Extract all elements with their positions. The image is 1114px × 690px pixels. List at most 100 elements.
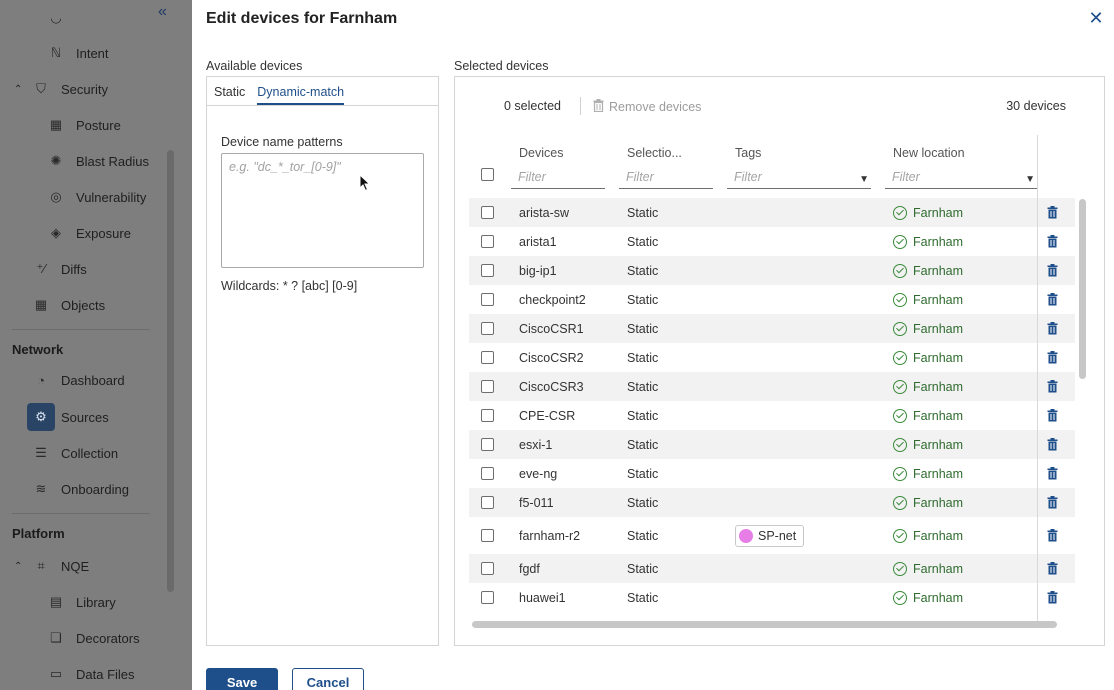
save-button[interactable]: Save: [206, 668, 278, 690]
tag-color-dot: [739, 528, 753, 543]
trash-icon[interactable]: [1047, 517, 1058, 554]
trash-icon[interactable]: [1047, 430, 1058, 459]
table-row[interactable]: arista1 Static Farnham: [469, 227, 1075, 256]
sidebar-item-decorators[interactable]: ❏ Decorators: [48, 630, 139, 646]
check-circle-icon: [893, 263, 907, 278]
sidebar-item-collection[interactable]: ☰ Collection: [33, 445, 118, 461]
column-selection[interactable]: Selectio...: [627, 146, 682, 160]
check-circle-icon: [893, 561, 907, 576]
tab-dynamic-match[interactable]: Dynamic-match: [257, 85, 345, 105]
row-checkbox[interactable]: [481, 401, 494, 430]
device-name: CiscoCSR1: [519, 321, 584, 336]
location-label: Farnham: [913, 561, 964, 576]
trash-icon[interactable]: [1047, 198, 1058, 227]
row-checkbox[interactable]: [481, 198, 494, 227]
dropdown-arrow-icon: ▼: [859, 174, 869, 185]
double-chevron-left-icon[interactable]: «: [158, 3, 167, 21]
tab-static[interactable]: Static: [214, 85, 245, 105]
selection-type: Static: [627, 350, 659, 365]
location-label: Farnham: [913, 408, 964, 423]
check-circle-icon: [893, 292, 907, 307]
sidebar-item-label: Dashboard: [61, 373, 125, 388]
location-label: Farnham: [913, 234, 964, 249]
column-tags[interactable]: Tags: [735, 146, 761, 160]
sidebar-item-exposure[interactable]: ◈ Exposure: [48, 225, 131, 241]
sidebar-item-diffs[interactable]: ⁺∕ Diffs: [33, 261, 86, 277]
trash-icon[interactable]: [1047, 554, 1058, 583]
table-header: Devices Selectio... Tags New location Fi…: [469, 135, 1039, 195]
table-row[interactable]: f5-011 Static Farnham: [469, 488, 1075, 517]
select-all-checkbox[interactable]: [481, 168, 494, 184]
new-location-filter-select[interactable]: Filter ▼: [885, 167, 1037, 189]
trash-icon[interactable]: [1047, 285, 1058, 314]
trash-icon[interactable]: [1047, 227, 1058, 256]
table-row[interactable]: huawei1 Static Farnham: [469, 583, 1075, 612]
row-checkbox[interactable]: [481, 343, 494, 372]
column-devices[interactable]: Devices: [519, 146, 563, 160]
horizontal-scrollbar[interactable]: [472, 621, 1057, 628]
location-label: Farnham: [913, 321, 964, 336]
table-row[interactable]: checkpoint2 Static Farnham: [469, 285, 1075, 314]
devices-filter-input[interactable]: Filter: [511, 167, 605, 189]
sidebar-item-data-files[interactable]: ▭ Data Files: [48, 666, 135, 682]
sidebar-item-nqe[interactable]: ⌗ NQE: [33, 558, 89, 574]
row-checkbox[interactable]: [481, 256, 494, 285]
table-row[interactable]: CiscoCSR2 Static Farnham: [469, 343, 1075, 372]
column-new-location[interactable]: New location: [893, 146, 965, 160]
sidebar-item-posture[interactable]: ▦ Posture: [48, 117, 121, 133]
new-location: Farnham: [893, 430, 963, 459]
row-checkbox[interactable]: [481, 459, 494, 488]
table-row[interactable]: arista-sw Static Farnham: [469, 198, 1075, 227]
sidebar-item-vulnerability[interactable]: ◎ Vulnerability: [48, 189, 146, 205]
row-checkbox[interactable]: [481, 517, 494, 554]
remove-devices-button[interactable]: Remove devices: [593, 99, 701, 115]
sidebar-item-objects[interactable]: ▦ Objects: [33, 297, 105, 313]
table-row[interactable]: eve-ng Static Farnham: [469, 459, 1075, 488]
row-checkbox[interactable]: [481, 372, 494, 401]
chevron-up-icon[interactable]: ⌃: [14, 561, 22, 572]
trash-icon[interactable]: [1047, 372, 1058, 401]
trash-icon[interactable]: [1047, 343, 1058, 372]
table-row[interactable]: CPE-CSR Static Farnham: [469, 401, 1075, 430]
trash-icon[interactable]: [1047, 401, 1058, 430]
table-row[interactable]: fgdf Static Farnham: [469, 554, 1075, 583]
tags-filter-select[interactable]: Filter ▼: [727, 167, 871, 189]
available-devices-label: Available devices: [206, 59, 303, 73]
device-name-patterns-input[interactable]: [221, 153, 424, 268]
chevron-up-icon[interactable]: ⌃: [14, 84, 22, 95]
sidebar-item-partial[interactable]: ◡: [48, 10, 76, 26]
row-checkbox[interactable]: [481, 227, 494, 256]
new-location: Farnham: [893, 256, 963, 285]
trash-icon[interactable]: [1047, 314, 1058, 343]
sidebar-item-intent[interactable]: ℕ Intent: [48, 45, 109, 61]
sidebar-scrollbar[interactable]: [167, 150, 174, 592]
row-checkbox[interactable]: [481, 285, 494, 314]
sidebar-item-dashboard[interactable]: ◔ Dashboard: [33, 373, 125, 388]
trash-icon[interactable]: [1047, 583, 1058, 612]
sidebar-item-onboarding[interactable]: ≋ Onboarding: [33, 481, 129, 497]
trash-icon[interactable]: [1047, 488, 1058, 517]
row-checkbox[interactable]: [481, 554, 494, 583]
trash-icon[interactable]: [1047, 256, 1058, 285]
trash-icon[interactable]: [1047, 459, 1058, 488]
sidebar-item-sources[interactable]: ⚙ Sources: [33, 409, 109, 425]
row-checkbox[interactable]: [481, 488, 494, 517]
sidebar-item-security[interactable]: ⛉ Security: [33, 81, 108, 97]
table-row[interactable]: farnham-r2 Static SP-net Farnham: [469, 517, 1075, 554]
table-row[interactable]: CiscoCSR3 Static Farnham: [469, 372, 1075, 401]
vertical-scrollbar[interactable]: [1079, 199, 1086, 379]
sidebar-item-label: Intent: [76, 45, 109, 61]
row-checkbox[interactable]: [481, 430, 494, 459]
table-row[interactable]: esxi-1 Static Farnham: [469, 430, 1075, 459]
tag-chip[interactable]: SP-net: [735, 524, 805, 547]
sidebar-item-library[interactable]: ▤ Library: [48, 594, 116, 610]
selection-filter-input[interactable]: Filter: [619, 167, 713, 189]
sidebar-item-blast-radius[interactable]: ✺ Blast Radius: [48, 153, 149, 169]
row-checkbox[interactable]: [481, 314, 494, 343]
check-circle-icon: [893, 590, 907, 605]
table-row[interactable]: CiscoCSR1 Static Farnham: [469, 314, 1075, 343]
table-row[interactable]: big-ip1 Static Farnham: [469, 256, 1075, 285]
close-icon[interactable]: ✕: [1088, 9, 1104, 27]
cancel-button[interactable]: Cancel: [292, 668, 364, 690]
row-checkbox[interactable]: [481, 583, 494, 612]
